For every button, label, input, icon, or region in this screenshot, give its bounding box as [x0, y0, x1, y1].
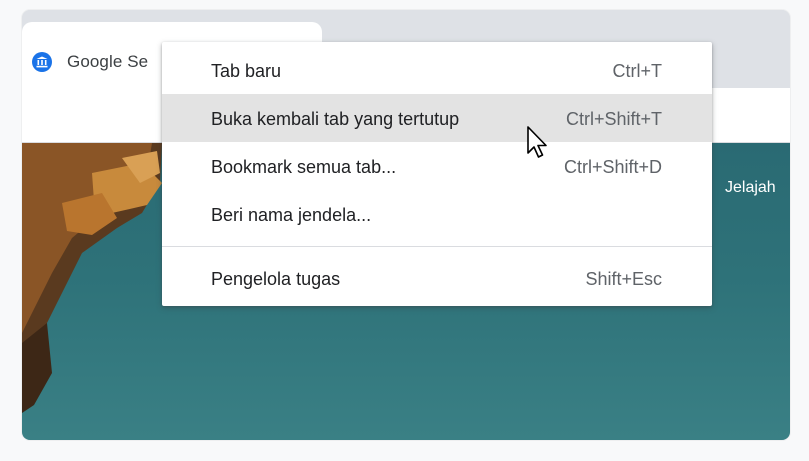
menu-item-label: Tab baru — [211, 61, 282, 81]
tab-title: Google Se — [67, 52, 149, 71]
menu-item-label: Pengelola tugas — [211, 269, 341, 289]
menu-item-label: Beri nama jendela... — [211, 205, 372, 225]
hero-artwork — [22, 143, 162, 413]
menu-item-new-tab[interactable]: Tab baru Ctrl+T — [162, 46, 712, 94]
menu-item-shortcut: Shift+Esc — [585, 269, 662, 289]
menu-item-shortcut: Ctrl+Shift+T — [565, 109, 662, 129]
menu-item-label: Bookmark semua tab... — [211, 157, 397, 177]
arrow-cursor-icon — [527, 126, 547, 158]
museum-icon — [32, 52, 52, 72]
menu-item-reopen-closed-tab[interactable]: Buka kembali tab yang tertutup Ctrl+Shif… — [162, 94, 712, 142]
menu-item-name-window[interactable]: Beri nama jendela... — [162, 190, 712, 238]
menu-item-task-manager[interactable]: Pengelola tugas Shift+Esc — [162, 254, 712, 302]
menu-item-label: Buka kembali tab yang tertutup — [211, 109, 460, 129]
explore-link[interactable]: Jelajah — [725, 179, 776, 197]
menu-item-bookmark-all-tabs[interactable]: Bookmark semua tab... Ctrl+Shift+D — [162, 142, 712, 190]
menu-item-shortcut: Ctrl+Shift+D — [563, 157, 662, 177]
menu-separator — [162, 246, 712, 247]
menu-item-shortcut: Ctrl+T — [612, 61, 663, 81]
context-menu: Tab baru Ctrl+T Buka kembali tab yang te… — [162, 42, 712, 306]
